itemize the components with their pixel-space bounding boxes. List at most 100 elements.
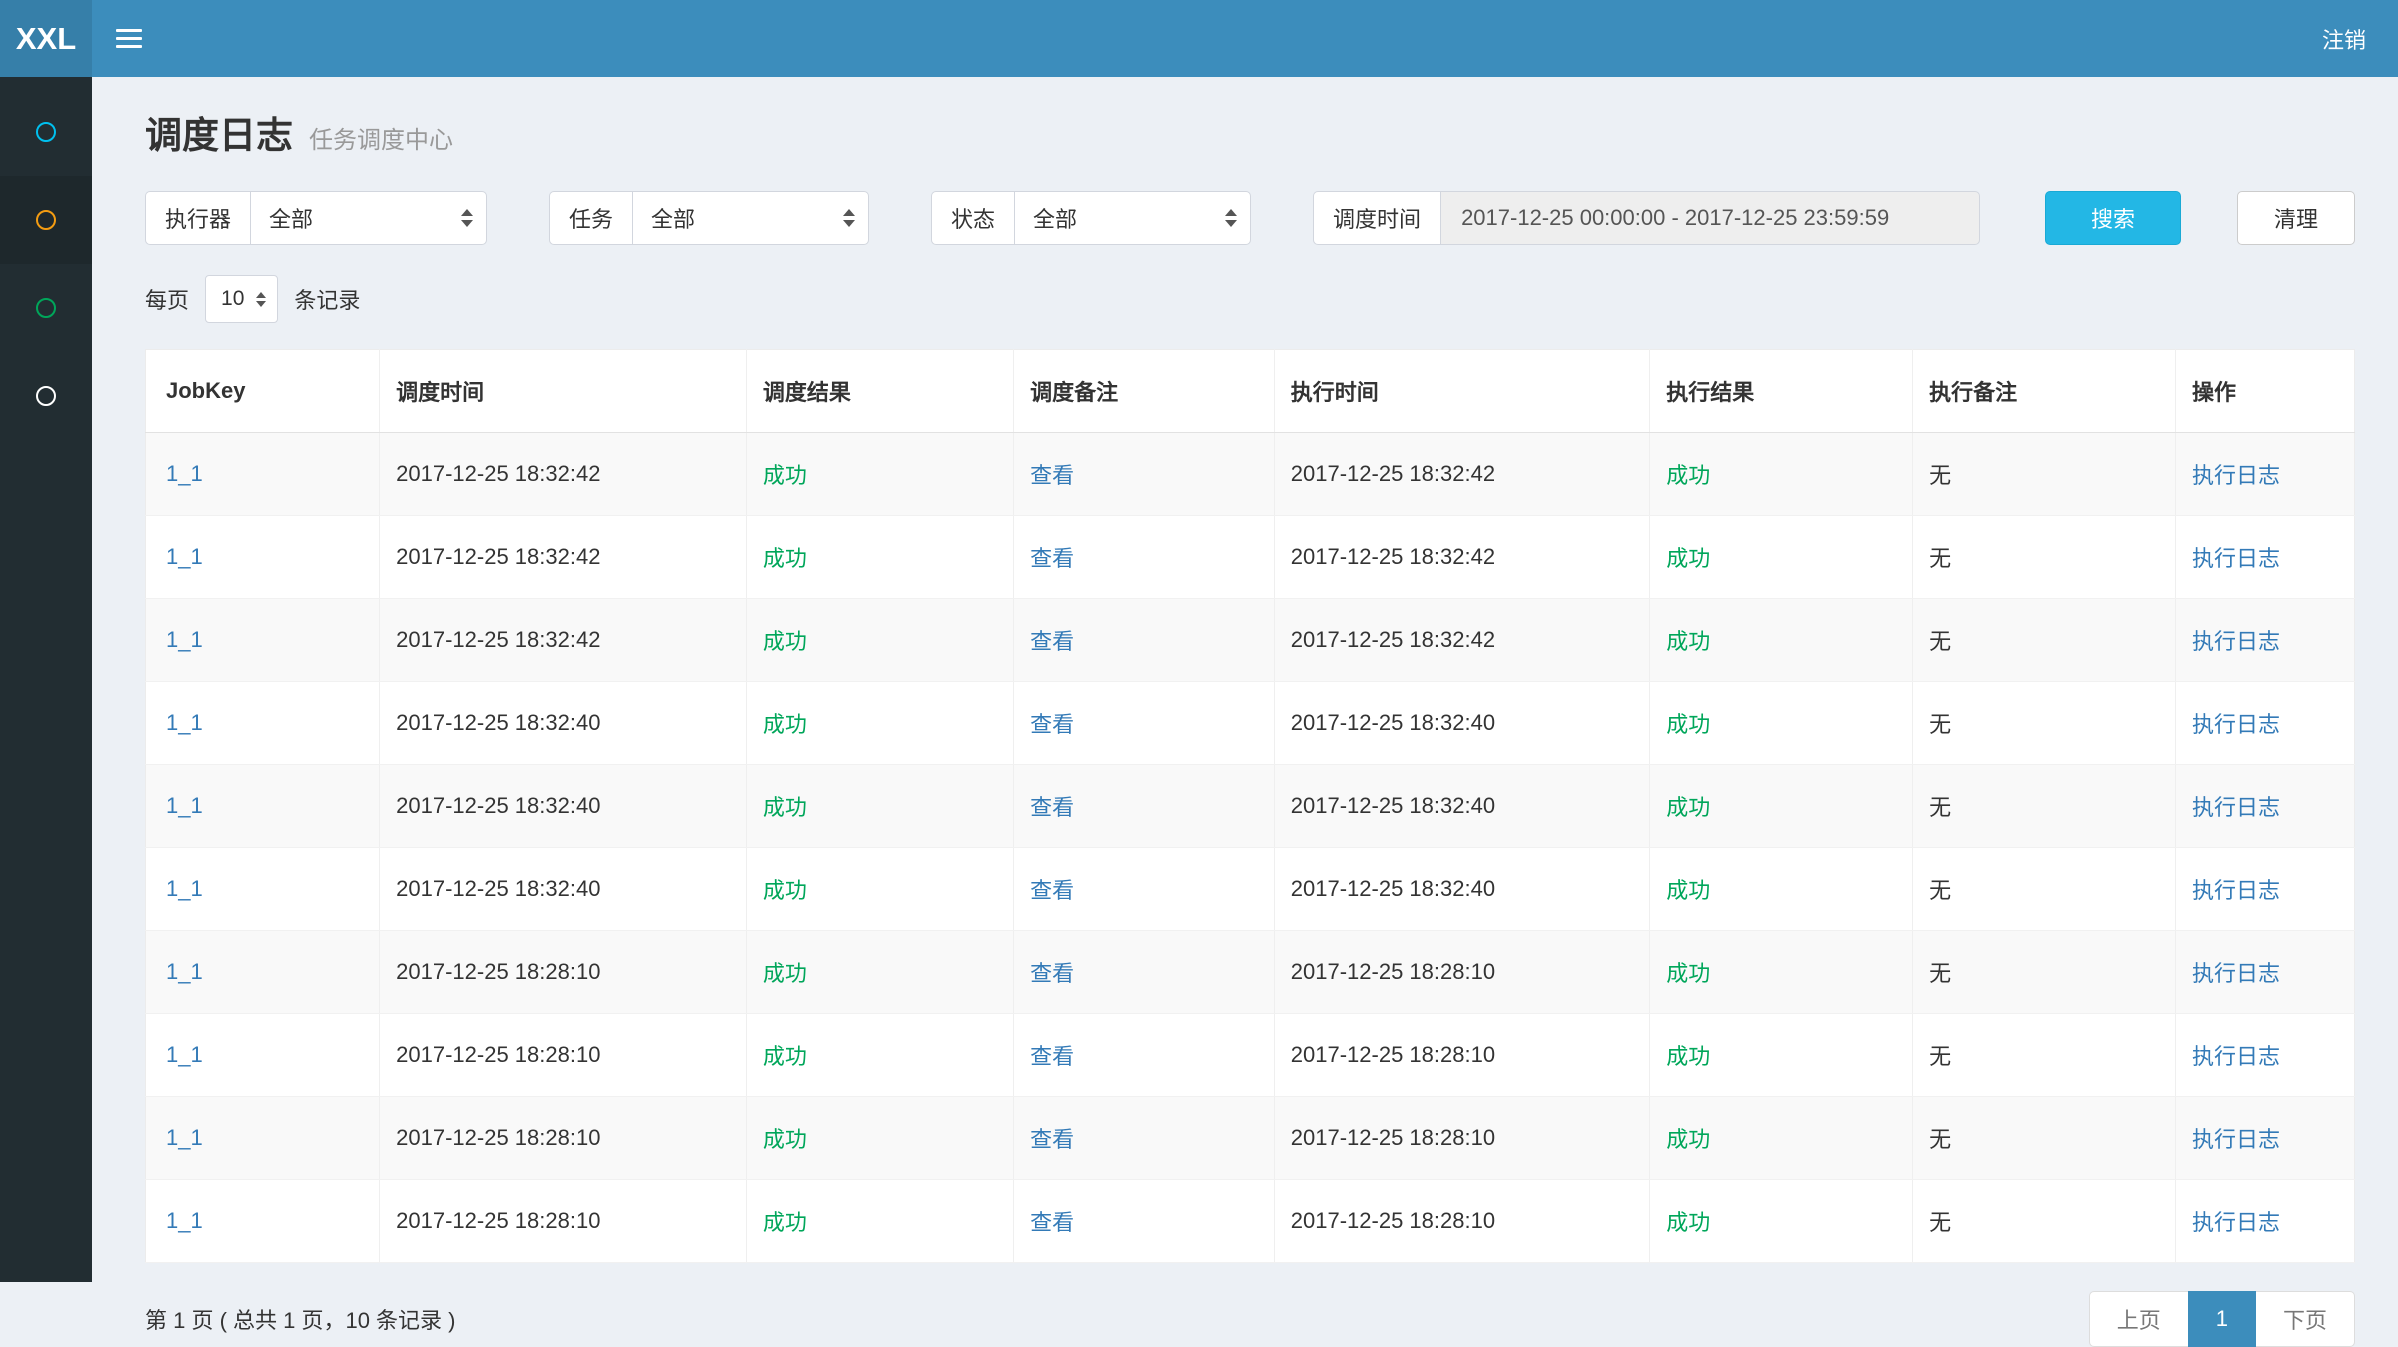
sidebar [0, 77, 92, 1282]
filter-bar: 执行器 全部 任务 全部 状态 全部 [145, 191, 2355, 245]
handle-msg: 无 [1929, 712, 1951, 737]
trigger-msg-link[interactable]: 查看 [1030, 463, 1074, 488]
handle-result: 成功 [1666, 795, 1710, 820]
trigger-result: 成功 [763, 1127, 807, 1152]
trigger-msg-link[interactable]: 查看 [1030, 712, 1074, 737]
column-header-trigger-msg[interactable]: 调度备注 [1014, 350, 1275, 433]
trigger-time: 2017-12-25 18:32:42 [396, 544, 600, 569]
jobkey-link[interactable]: 1_1 [166, 793, 203, 818]
trigger-time: 2017-12-25 18:28:10 [396, 1208, 600, 1233]
exec-log-link[interactable]: 执行日志 [2192, 463, 2280, 488]
trigger-result: 成功 [763, 1044, 807, 1069]
handle-time: 2017-12-25 18:28:10 [1291, 959, 1495, 984]
trigger-msg-link[interactable]: 查看 [1030, 1127, 1074, 1152]
trigger-time-range-value: 2017-12-25 00:00:00 - 2017-12-25 23:59:5… [1461, 205, 1889, 231]
trigger-time-range-input[interactable]: 2017-12-25 00:00:00 - 2017-12-25 23:59:5… [1440, 191, 1980, 245]
trigger-msg-link[interactable]: 查看 [1030, 961, 1074, 986]
trigger-result: 成功 [763, 712, 807, 737]
select-stepper-icon [461, 209, 473, 227]
sidebar-toggle-button[interactable] [92, 0, 166, 77]
trigger-result: 成功 [763, 629, 807, 654]
handle-msg: 无 [1929, 1127, 1951, 1152]
clear-button[interactable]: 清理 [2237, 191, 2355, 245]
handle-time: 2017-12-25 18:32:40 [1291, 793, 1495, 818]
column-header-handle-msg[interactable]: 执行备注 [1913, 350, 2176, 433]
jobkey-link[interactable]: 1_1 [166, 710, 203, 735]
status-select[interactable]: 全部 [1014, 191, 1251, 245]
trigger-result: 成功 [763, 1210, 807, 1235]
trigger-msg-link[interactable]: 查看 [1030, 1044, 1074, 1069]
exec-log-link[interactable]: 执行日志 [2192, 795, 2280, 820]
trigger-msg-link[interactable]: 查看 [1030, 795, 1074, 820]
exec-log-link[interactable]: 执行日志 [2192, 629, 2280, 654]
page-size-value: 10 [221, 287, 244, 311]
table-row: 1_12017-12-25 18:32:42成功查看2017-12-25 18:… [146, 599, 2355, 682]
page-size-row: 每页 10 条记录 [145, 275, 2355, 323]
exec-log-link[interactable]: 执行日志 [2192, 878, 2280, 903]
trigger-msg-link[interactable]: 查看 [1030, 878, 1074, 903]
jobkey-link[interactable]: 1_1 [166, 461, 203, 486]
handle-result: 成功 [1666, 878, 1710, 903]
jobkey-link[interactable]: 1_1 [166, 876, 203, 901]
exec-log-link[interactable]: 执行日志 [2192, 961, 2280, 986]
handle-msg: 无 [1929, 795, 1951, 820]
trigger-msg-link[interactable]: 查看 [1030, 546, 1074, 571]
top-navbar: XXL 注销 [0, 0, 2398, 77]
table-row: 1_12017-12-25 18:28:10成功查看2017-12-25 18:… [146, 1180, 2355, 1263]
handle-msg: 无 [1929, 463, 1951, 488]
circle-outline-icon [36, 386, 56, 406]
sidebar-item-job-manage[interactable] [0, 176, 92, 264]
table-footer: 第 1 页 ( 总共 1 页，10 条记录 ) 上页 1 下页 [145, 1291, 2355, 1347]
column-header-handle-result[interactable]: 执行结果 [1650, 350, 1913, 433]
page-title: 调度日志 [145, 105, 293, 159]
logout-link[interactable]: 注销 [2290, 0, 2398, 77]
next-page-button[interactable]: 下页 [2255, 1291, 2355, 1347]
jobkey-link[interactable]: 1_1 [166, 627, 203, 652]
main-content: 调度日志 任务调度中心 执行器 全部 任务 全部 状态 [92, 77, 2398, 1282]
page-size-select[interactable]: 10 [205, 275, 278, 323]
jobkey-link[interactable]: 1_1 [166, 544, 203, 569]
handle-time: 2017-12-25 18:28:10 [1291, 1125, 1495, 1150]
exec-log-link[interactable]: 执行日志 [2192, 1044, 2280, 1069]
exec-log-link[interactable]: 执行日志 [2192, 546, 2280, 571]
trigger-msg-link[interactable]: 查看 [1030, 1210, 1074, 1235]
executor-select[interactable]: 全部 [250, 191, 487, 245]
column-header-trigger-time[interactable]: 调度时间 [380, 350, 747, 433]
jobkey-link[interactable]: 1_1 [166, 1042, 203, 1067]
job-select[interactable]: 全部 [632, 191, 869, 245]
column-header-trigger-result[interactable]: 调度结果 [746, 350, 1013, 433]
sidebar-item-executor-manage[interactable] [0, 352, 92, 440]
trigger-time: 2017-12-25 18:28:10 [396, 959, 600, 984]
exec-log-link[interactable]: 执行日志 [2192, 712, 2280, 737]
search-button[interactable]: 搜索 [2045, 191, 2181, 245]
column-header-jobkey[interactable]: JobKey [146, 350, 380, 433]
handle-msg: 无 [1929, 629, 1951, 654]
handle-msg: 无 [1929, 546, 1951, 571]
prev-page-button[interactable]: 上页 [2089, 1291, 2189, 1347]
handle-result: 成功 [1666, 629, 1710, 654]
exec-log-link[interactable]: 执行日志 [2192, 1210, 2280, 1235]
app-logo[interactable]: XXL [0, 0, 92, 77]
trigger-result: 成功 [763, 961, 807, 986]
sidebar-item-dashboard[interactable] [0, 88, 92, 176]
jobkey-link[interactable]: 1_1 [166, 1208, 203, 1233]
current-page-button[interactable]: 1 [2188, 1291, 2256, 1347]
trigger-msg-link[interactable]: 查看 [1030, 629, 1074, 654]
table-header-row: JobKey调度时间调度结果调度备注执行时间执行结果执行备注操作 [146, 350, 2355, 433]
executor-filter-group: 执行器 全部 [145, 191, 487, 245]
handle-result: 成功 [1666, 463, 1710, 488]
column-header-action[interactable]: 操作 [2176, 350, 2355, 433]
jobkey-link[interactable]: 1_1 [166, 959, 203, 984]
page-size-suffix-label: 条记录 [294, 283, 360, 315]
job-filter-label: 任务 [549, 191, 632, 245]
sidebar-item-job-log[interactable] [0, 264, 92, 352]
trigger-time: 2017-12-25 18:32:40 [396, 710, 600, 735]
jobkey-link[interactable]: 1_1 [166, 1125, 203, 1150]
handle-result: 成功 [1666, 546, 1710, 571]
handle-time: 2017-12-25 18:32:42 [1291, 627, 1495, 652]
job-filter-group: 任务 全部 [549, 191, 869, 245]
handle-msg: 无 [1929, 961, 1951, 986]
exec-log-link[interactable]: 执行日志 [2192, 1127, 2280, 1152]
column-header-handle-time[interactable]: 执行时间 [1274, 350, 1650, 433]
status-select-value: 全部 [1033, 202, 1077, 234]
